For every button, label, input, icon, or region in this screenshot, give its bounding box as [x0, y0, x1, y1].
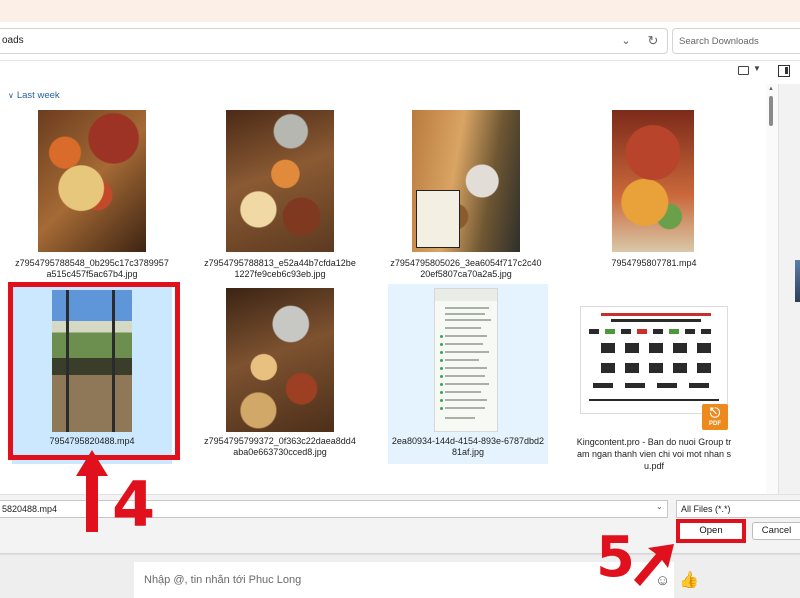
- annotation-arrow-diagonal: [634, 544, 674, 586]
- preview-pane-icon[interactable]: [778, 65, 790, 77]
- scrollbar-thumb[interactable]: [769, 96, 773, 126]
- toolbar-divider: [0, 60, 800, 61]
- pdf-badge-label: PDF: [709, 421, 721, 427]
- filename-value: 5820488.mp4: [2, 504, 58, 514]
- vertical-scrollbar[interactable]: ▲: [766, 84, 778, 494]
- file-name: z7954795788813_e52a44b7cfda12be1227fe9ce…: [204, 258, 356, 279]
- file-thumbnail: [226, 288, 334, 432]
- chevron-down-icon[interactable]: ⌄: [656, 502, 663, 511]
- file-name: Kingcontent.pro - Ban do nuoi Group tram…: [576, 437, 732, 471]
- file-tile[interactable]: ⎋ PDF Kingcontent.pro - Ban do nuoi Group…: [574, 284, 734, 471]
- file-name: z7954795805026_3ea6054f717c2c4020ef5807c…: [390, 258, 542, 279]
- file-thumbnail: [434, 288, 498, 432]
- file-name: 2ea80934-144d-4154-893e-6787dbd281af.jpg: [391, 436, 545, 457]
- chevron-down-icon: ▼: [753, 64, 761, 73]
- cancel-button[interactable]: Cancel: [752, 522, 800, 540]
- chevron-down-icon: ∨: [8, 91, 14, 100]
- file-tile[interactable]: 7954795807781.mp4: [574, 104, 734, 284]
- search-input[interactable]: [673, 29, 793, 53]
- preview-pane: [778, 84, 800, 494]
- video-thumbnail: [612, 110, 694, 252]
- file-thumbnail: [412, 110, 520, 252]
- view-mode-icon: [738, 66, 749, 75]
- menu-board-image: [416, 190, 460, 248]
- file-tile[interactable]: z7954795788813_e52a44b7cfda12be1227fe9ce…: [200, 104, 360, 284]
- group-label: Last week: [16, 90, 60, 101]
- file-name: 7954795807781.mp4: [611, 258, 697, 268]
- file-thumbnail: [226, 110, 334, 252]
- address-text: oads: [2, 35, 24, 46]
- address-bar[interactable]: oads: [0, 28, 668, 54]
- file-name: z7954795799372_0f363c22daea8dd4aba0e6637…: [204, 436, 356, 457]
- file-tile[interactable]: z7954795805026_3ea6054f717c2c4020ef5807c…: [386, 104, 546, 284]
- thumbs-up-icon[interactable]: 👍: [679, 570, 699, 590]
- group-header-last-week[interactable]: ∨ Last week: [8, 90, 60, 101]
- file-type-select[interactable]: All Files (*.*): [676, 500, 800, 518]
- pdf-file-icon: ⎋ PDF: [702, 404, 728, 430]
- search-box[interactable]: [672, 28, 800, 54]
- file-tile[interactable]: z7954795799372_0f363c22daea8dd4aba0e6637…: [200, 284, 360, 464]
- preview-image-edge: [795, 260, 800, 302]
- refresh-icon[interactable]: ↻: [644, 31, 662, 51]
- annotation-arrow-up: [76, 450, 108, 532]
- view-mode-button[interactable]: ▼: [738, 64, 762, 79]
- open-button[interactable]: Open: [676, 519, 746, 543]
- file-name: z7954795788548_0b295c17c3789957a515c457f…: [15, 258, 169, 279]
- file-type-value: All Files (*.*): [681, 504, 731, 514]
- chevron-down-icon[interactable]: ⌄: [618, 31, 634, 51]
- annotation-step-4: 4: [112, 468, 156, 541]
- scroll-up-icon[interactable]: ▲: [768, 86, 774, 92]
- file-thumbnail: [580, 306, 728, 414]
- app-top-strip: [0, 0, 800, 22]
- chat-message-input[interactable]: [134, 562, 674, 598]
- file-thumbnail: [38, 110, 146, 252]
- file-tile[interactable]: z7954795788548_0b295c17c3789957a515c457f…: [12, 104, 172, 284]
- file-tile[interactable]: 2ea80934-144d-4154-893e-6787dbd281af.jpg: [388, 284, 548, 464]
- annotation-highlight-box: [8, 282, 180, 460]
